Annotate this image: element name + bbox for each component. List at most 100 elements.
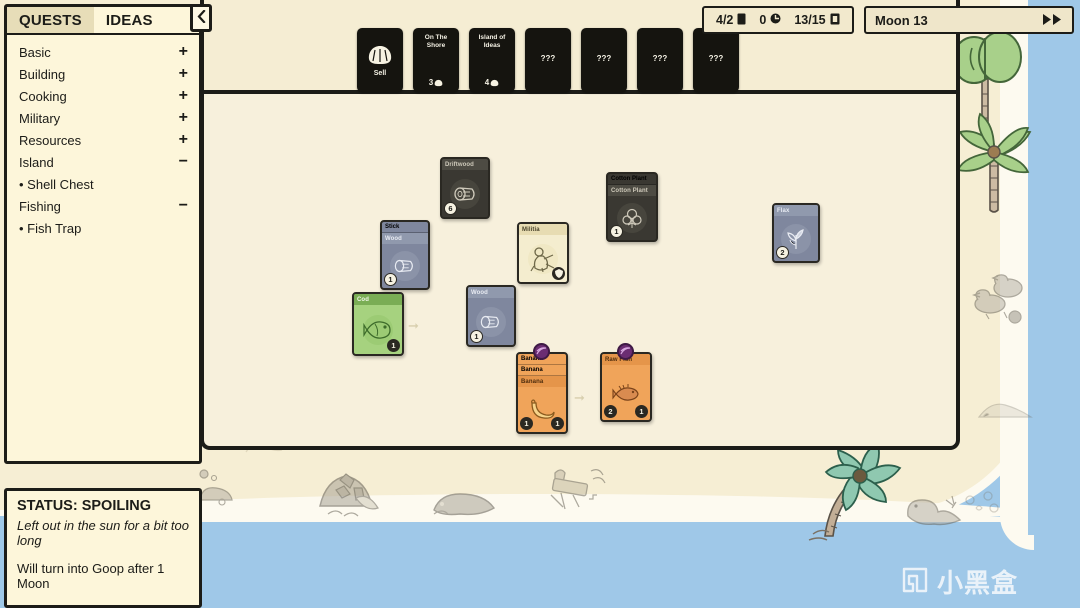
deck-card-title: ???	[540, 54, 556, 63]
status-icon-spoiling-raw-fish[interactable]	[617, 343, 634, 360]
quest-list: Basic + Building + Cooking + Military + …	[7, 35, 199, 239]
expand-icon: +	[178, 87, 188, 104]
resource-coin-value: 0	[759, 13, 767, 27]
deck-card-on-the-shore[interactable]: On The Shore 3	[413, 28, 459, 92]
quest-category-cooking[interactable]: Cooking +	[7, 85, 199, 107]
idea-card-icon	[830, 13, 840, 28]
deck-row: Sell On The Shore 3 Island of Ideas 4 ??…	[357, 28, 739, 92]
card-badge-count: 1	[387, 339, 400, 352]
quest-item-shell-chest[interactable]: • Shell Chest	[7, 173, 199, 195]
chevron-left-icon	[197, 9, 206, 26]
quest-category-label: Military	[19, 110, 61, 126]
sidebar-panel: QUESTS IDEAS Basic + Building + Cooking …	[4, 4, 202, 464]
fast-forward-icon[interactable]	[1043, 13, 1063, 28]
deck-card-cost-value: 4	[484, 78, 490, 87]
card-flax[interactable]: Flax 2	[772, 203, 820, 263]
shell-icon	[490, 79, 499, 86]
sidebar-tabs: QUESTS IDEAS	[7, 7, 199, 35]
card-badge-count-left: 1	[520, 417, 533, 430]
card-militia[interactable]: Militia	[517, 222, 569, 284]
deck-card-unknown-4[interactable]: ???	[693, 28, 739, 92]
deck-card-cost-value: 3	[428, 78, 434, 87]
deck-card-island-of-ideas[interactable]: Island of Ideas 4	[469, 28, 515, 92]
resource-coin-count: 0	[759, 13, 781, 27]
card-badge-count-right: 1	[635, 405, 648, 418]
deck-card-unknown-1[interactable]: ???	[525, 28, 571, 92]
coin-icon	[770, 13, 781, 27]
quest-category-label: Resources	[19, 132, 82, 148]
quest-category-label: Basic	[19, 44, 51, 60]
deck-card-unknown-2[interactable]: ???	[581, 28, 627, 92]
tab-quests[interactable]: QUESTS	[7, 7, 94, 33]
card-stack-line: Stick	[382, 222, 428, 233]
quest-category-label: Building	[19, 66, 66, 82]
deck-card-sell-label: Sell	[373, 69, 387, 77]
quest-category-basic[interactable]: Basic +	[7, 41, 199, 63]
deck-card-sell[interactable]: Sell	[357, 28, 403, 92]
collapse-icon: −	[178, 197, 188, 214]
expand-icon: +	[178, 109, 188, 126]
deck-card-unknown-3[interactable]: ???	[637, 28, 683, 92]
expand-icon: +	[178, 43, 188, 60]
card-raw-fish[interactable]: Raw Fish 2 1	[600, 352, 652, 422]
card-badge-count: 1	[610, 225, 623, 238]
resource-card-value: 4/2	[716, 13, 734, 27]
status-panel: STATUS: SPOILING Left out in the sun for…	[4, 488, 202, 608]
card-title: Wood	[382, 233, 428, 244]
quest-category-label: Fishing	[19, 198, 61, 214]
deck-card-title: Island of Ideas	[478, 34, 506, 49]
card-stack-cotton-plant[interactable]: Cotton Plant Cotton Plant 1	[606, 172, 658, 242]
sidebar-collapse-button[interactable]	[190, 4, 212, 32]
collapse-icon: −	[178, 153, 188, 170]
resource-ideas-value: 13/15	[794, 13, 826, 27]
deck-card-title: ???	[652, 54, 668, 63]
card-badge-count: 2	[776, 246, 789, 259]
drag-arrow-hint-1: ➞	[408, 318, 419, 333]
card-title: Driftwood	[442, 159, 488, 170]
drag-arrow-hint-2: ➞	[574, 390, 585, 405]
card-title: Cotton Plant	[608, 185, 656, 196]
card-badge-shield	[552, 267, 565, 280]
quest-category-label: Island	[19, 154, 54, 170]
card-badge-count: 6	[444, 202, 457, 215]
rawfish-icon	[611, 378, 641, 408]
card-badge-count: 1	[470, 330, 483, 343]
status-icon-spoiling-banana[interactable]	[533, 343, 550, 360]
status-description: Left out in the sun for a bit too long	[17, 518, 190, 548]
deck-card-cost: 4	[485, 78, 499, 87]
card-stack-stick-wood[interactable]: Stick Wood 1	[380, 220, 430, 290]
card-title: Wood	[468, 287, 514, 298]
quest-category-building[interactable]: Building +	[7, 63, 199, 85]
shell-icon	[434, 79, 443, 86]
card-driftwood[interactable]: Driftwood 6	[440, 157, 490, 219]
quest-category-resources[interactable]: Resources +	[7, 129, 199, 151]
quest-category-label: Cooking	[19, 88, 67, 104]
quest-category-fishing[interactable]: Fishing −	[7, 195, 199, 217]
card-title: Banana	[518, 376, 566, 387]
card-icon	[737, 13, 746, 28]
card-cod[interactable]: Cod 1	[352, 292, 404, 356]
tab-ideas[interactable]: IDEAS	[93, 7, 165, 33]
card-title: Cod	[354, 294, 402, 305]
card-stack-line: Cotton Plant	[608, 174, 656, 185]
expand-icon: +	[178, 131, 188, 148]
status-title: STATUS: SPOILING	[17, 498, 151, 514]
card-stack-banana[interactable]: Banana Banana Banana 1 1	[516, 352, 568, 434]
card-title: Militia	[519, 224, 567, 235]
deck-card-title: ???	[708, 54, 724, 63]
card-badge-count-left: 2	[604, 405, 617, 418]
card-badge-count: 1	[384, 273, 397, 286]
expand-icon: +	[178, 65, 188, 82]
card-wood[interactable]: Wood 1	[466, 285, 516, 347]
card-badge-count-right: 1	[551, 417, 564, 430]
resource-bar: 4/2 0 13/15	[702, 6, 854, 34]
tab-ideas-label: IDEAS	[105, 11, 153, 29]
quest-category-military[interactable]: Military +	[7, 107, 199, 129]
deck-card-title: On The Shore	[424, 34, 448, 49]
moon-bar[interactable]: Moon 13	[864, 6, 1074, 34]
quest-category-island[interactable]: Island −	[7, 151, 199, 173]
deck-card-cost: 3	[429, 78, 443, 87]
quest-item-fish-trap[interactable]: • Fish Trap	[7, 217, 199, 239]
tab-quests-label: QUESTS	[19, 11, 82, 29]
game-screen: Sell On The Shore 3 Island of Ideas 4 ??…	[0, 0, 1080, 608]
